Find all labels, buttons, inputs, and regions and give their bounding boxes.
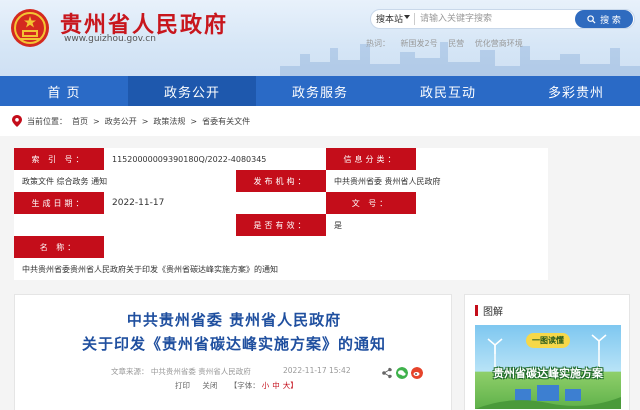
- infographic-heading: 图解: [475, 303, 503, 318]
- breadcrumb-link-gov-affairs[interactable]: 政务公开: [105, 116, 137, 127]
- breadcrumb-link-provincial-docs[interactable]: 省委有关文件: [202, 116, 250, 127]
- font-small-link[interactable]: 小: [262, 381, 270, 390]
- breadcrumb-separator: >: [190, 116, 198, 126]
- font-size-label: 【字体：: [229, 381, 260, 390]
- font-large-link[interactable]: 大】: [283, 381, 298, 390]
- category-label: 信息分类：: [326, 148, 416, 170]
- national-emblem-icon[interactable]: [10, 8, 50, 48]
- main-nav: 首 页 政务公开 政务服务 政民互动 多彩贵州: [0, 76, 640, 106]
- publisher-value: 中共贵州省委 贵州省人民政府: [334, 176, 441, 186]
- valid-label: 是否有效：: [236, 214, 326, 236]
- close-link[interactable]: 关闭: [202, 381, 217, 390]
- index-label: 索 引 号：: [14, 148, 104, 170]
- publisher-label: 发布机构：: [236, 170, 326, 192]
- article-source: 文章来源： 中共贵州省委 贵州省人民政府: [111, 367, 251, 376]
- breadcrumb-link-policy[interactable]: 政策法规: [153, 116, 185, 127]
- poster-title: 贵州省碳达峰实施方案: [493, 367, 603, 380]
- article-panel: 中共贵州省委 贵州省人民政府 关于印发《贵州省碳达峰实施方案》的通知 文章来源：…: [14, 294, 452, 410]
- heading-bar: [475, 305, 478, 316]
- hot-word-link[interactable]: 新国发2号: [401, 39, 438, 48]
- breadcrumb-separator: >: [93, 116, 100, 126]
- breadcrumb-link-home[interactable]: 首页: [72, 116, 88, 127]
- search-scope-select[interactable]: 搜本站: [376, 12, 403, 25]
- hot-word-link[interactable]: 优化营商环境: [475, 39, 523, 48]
- breadcrumb-label: 当前位置：: [27, 116, 67, 126]
- wechat-icon[interactable]: [396, 367, 408, 379]
- breadcrumb-separator: >: [141, 116, 149, 126]
- share-icon[interactable]: [381, 367, 393, 379]
- search-button-label: 搜 索: [600, 15, 621, 26]
- site-url: www.guizhou.gov.cn: [64, 34, 156, 44]
- chevron-down-icon[interactable]: [404, 15, 410, 19]
- search-button[interactable]: 搜 索: [575, 10, 633, 28]
- site-header: 贵州省人民政府 www.guizhou.gov.cn 搜本站 搜 索 热词： 新…: [0, 0, 640, 76]
- document-info-table: 索 引 号： 11520000009390180Q/2022-4080345 信…: [14, 148, 548, 280]
- infographic-poster[interactable]: 一图读懂 贵州省碳达峰实施方案: [475, 325, 621, 409]
- infographic-panel: 图解 一图读懂 贵州省碳达峰实施方案: [464, 294, 630, 410]
- hot-words-label: 热词：: [366, 39, 390, 48]
- nav-item-colorful-guizhou[interactable]: 多彩贵州: [512, 76, 640, 106]
- index-value: 11520000009390180Q/2022-4080345: [112, 154, 267, 164]
- docno-value: [416, 192, 548, 214]
- hot-word-link[interactable]: 民营: [448, 39, 464, 48]
- article-title-line1: 中共贵州省委 贵州省人民政府: [126, 311, 342, 329]
- search-icon: [587, 14, 596, 24]
- nav-item-services[interactable]: 政务服务: [256, 76, 384, 106]
- infographic-heading-label: 图解: [483, 307, 503, 318]
- article-title-line2: 关于印发《贵州省碳达峰实施方案》的通知: [81, 335, 386, 353]
- hot-words: 热词： 新国发2号 民营 优化营商环境: [366, 38, 531, 49]
- font-medium-link[interactable]: 中: [272, 381, 280, 390]
- docno-label: 文 号：: [326, 192, 416, 214]
- breadcrumb: 当前位置： 首页 > 政务公开 > 政策法规 > 省委有关文件: [0, 106, 640, 136]
- name-label: 名 称：: [14, 236, 104, 258]
- location-pin-icon: [12, 115, 22, 127]
- print-link[interactable]: 打印: [175, 381, 190, 390]
- weibo-icon[interactable]: [411, 367, 423, 379]
- nav-item-home[interactable]: 首 页: [0, 76, 128, 106]
- valid-value: 是: [334, 220, 342, 230]
- poster-badge: 一图读懂: [526, 333, 570, 348]
- date-value: 2022-11-17: [112, 198, 165, 208]
- article-date: 2022-11-17 15:42: [283, 366, 351, 375]
- search-input[interactable]: [420, 11, 570, 27]
- category-value: 政策文件 综合政务 通知: [22, 176, 108, 186]
- nav-item-government-affairs[interactable]: 政务公开: [128, 76, 256, 106]
- article-tools: 打印 关闭 【字体：小中大】: [175, 380, 308, 391]
- search-divider: [414, 13, 415, 25]
- name-value: 中共贵州省委贵州省人民政府关于印发《贵州省碳达峰实施方案》的通知: [22, 264, 278, 274]
- date-label: 生成日期：: [14, 192, 104, 214]
- nav-item-interaction[interactable]: 政民互动: [384, 76, 512, 106]
